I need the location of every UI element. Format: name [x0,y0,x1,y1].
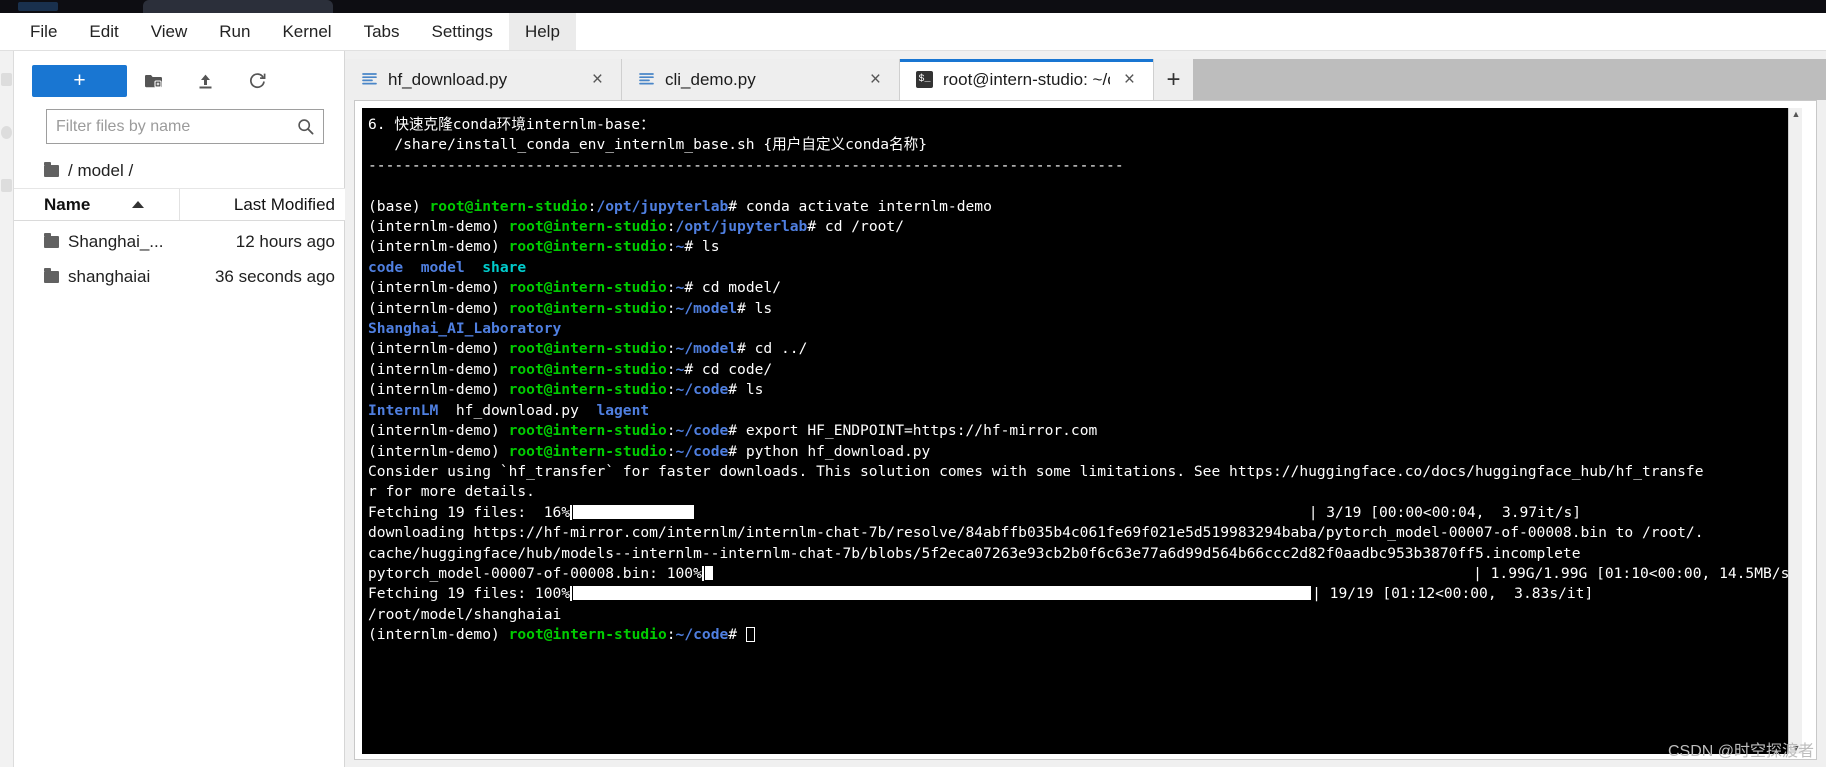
menu-item-run[interactable]: Run [203,13,266,50]
jupyterlab-window: File Edit View Run Kernel Tabs Settings … [0,0,1826,767]
menu-label: Kernel [282,21,332,41]
file-name-cell: Shanghai_... [14,232,190,252]
close-icon[interactable]: × [866,70,885,89]
file-modified-cell: 36 seconds ago [214,266,335,286]
menu-label: Help [524,21,560,41]
menu-label: File [30,21,58,41]
close-icon[interactable]: × [588,70,607,89]
new-folder-icon[interactable] [127,65,179,97]
folder-icon [44,232,59,248]
menu-label: Tabs [363,21,400,41]
menu-left-pad [0,13,14,50]
menu-item-settings[interactable]: Settings [416,13,509,50]
file-name-cell: shanghaiai [14,267,190,287]
menu-label: Run [219,21,251,41]
upload-icon[interactable] [179,65,231,97]
file-name-label: shanghaiai [68,266,151,286]
breadcrumb-path: / model / [68,160,134,180]
close-icon[interactable]: × [1120,70,1139,89]
file-list-header: Name Last Modified [14,189,345,221]
menu-item-file[interactable]: File [14,13,73,50]
tab-label: cli_demo.py [665,69,756,89]
breadcrumb[interactable]: / model / [14,153,345,189]
file-name-label: Shanghai_... [68,231,164,251]
menu-bar: File Edit View Run Kernel Tabs Settings … [0,13,1826,51]
tab-hf-download-py[interactable]: hf_download.py × [345,59,622,100]
tab-terminal-root-intern-studio[interactable]: $_ root@intern-studio: ~/cod × [900,59,1154,100]
new-tab-button[interactable]: + [1154,59,1193,100]
file-browser-toolbar: + [14,57,345,105]
terminal-screen[interactable]: 6. 快速克隆conda环境internlm-base： /share/inst… [361,107,1803,755]
new-launcher-button[interactable]: + [32,65,127,97]
scroll-up-icon[interactable]: ▲ [1791,109,1801,119]
rail-folder-icon[interactable] [1,73,12,86]
tab-bar: hf_download.py × cli_demo.py × $_ root@i… [345,59,1826,100]
column-header-name-label: Name [44,194,91,214]
search-input[interactable] [56,117,297,136]
menu-item-tabs[interactable]: Tabs [348,13,416,50]
menu-item-edit[interactable]: Edit [73,13,134,50]
rail-running-icon[interactable] [1,126,12,139]
terminal-output: 6. 快速克隆conda环境internlm-base： /share/inst… [368,116,1799,644]
file-text-icon [361,71,378,88]
terminal-scrollbar[interactable]: ▲ ▼ [1788,108,1802,754]
folder-icon [44,267,59,283]
refresh-icon[interactable] [231,65,283,97]
filter-files-field[interactable] [46,109,324,144]
file-list-item[interactable]: Shanghai_... 12 hours ago [14,225,345,258]
chrome-logo-ghost [18,2,58,11]
tab-label: hf_download.py [388,69,508,89]
file-list-item[interactable]: shanghaiai 36 seconds ago [14,260,345,293]
folder-icon [44,161,59,177]
file-text-icon [638,71,655,88]
sort-ascending-icon [132,201,145,208]
watermark: CSDN @时空探渡者 [1667,743,1814,760]
column-header-last-modified[interactable]: Last Modified [180,195,345,215]
menu-label: View [150,21,188,41]
menu-label: Settings [431,21,493,41]
tab-label: root@intern-studio: ~/cod [943,69,1110,89]
menu-item-kernel[interactable]: Kernel [266,13,347,50]
file-modified-cell: 12 hours ago [235,231,335,251]
menu-label: Edit [89,21,119,41]
tab-cli-demo-py[interactable]: cli_demo.py × [622,59,900,100]
rail-commands-icon[interactable] [1,179,12,192]
chrome-tab-ghost [143,0,333,13]
menu-item-view[interactable]: View [135,13,204,50]
column-header-name[interactable]: Name [14,189,180,220]
activity-rail [0,51,14,767]
terminal-icon: $_ [916,71,933,88]
browser-chrome-strip [0,0,1826,13]
search-icon [297,118,314,135]
menu-item-help[interactable]: Help [508,13,576,50]
main-dock-area: hf_download.py × cli_demo.py × $_ root@i… [345,51,1826,767]
terminal-panel: 6. 快速克隆conda环境internlm-base： /share/inst… [354,100,1817,760]
file-browser-sidebar: + / model / Name L [14,51,345,767]
